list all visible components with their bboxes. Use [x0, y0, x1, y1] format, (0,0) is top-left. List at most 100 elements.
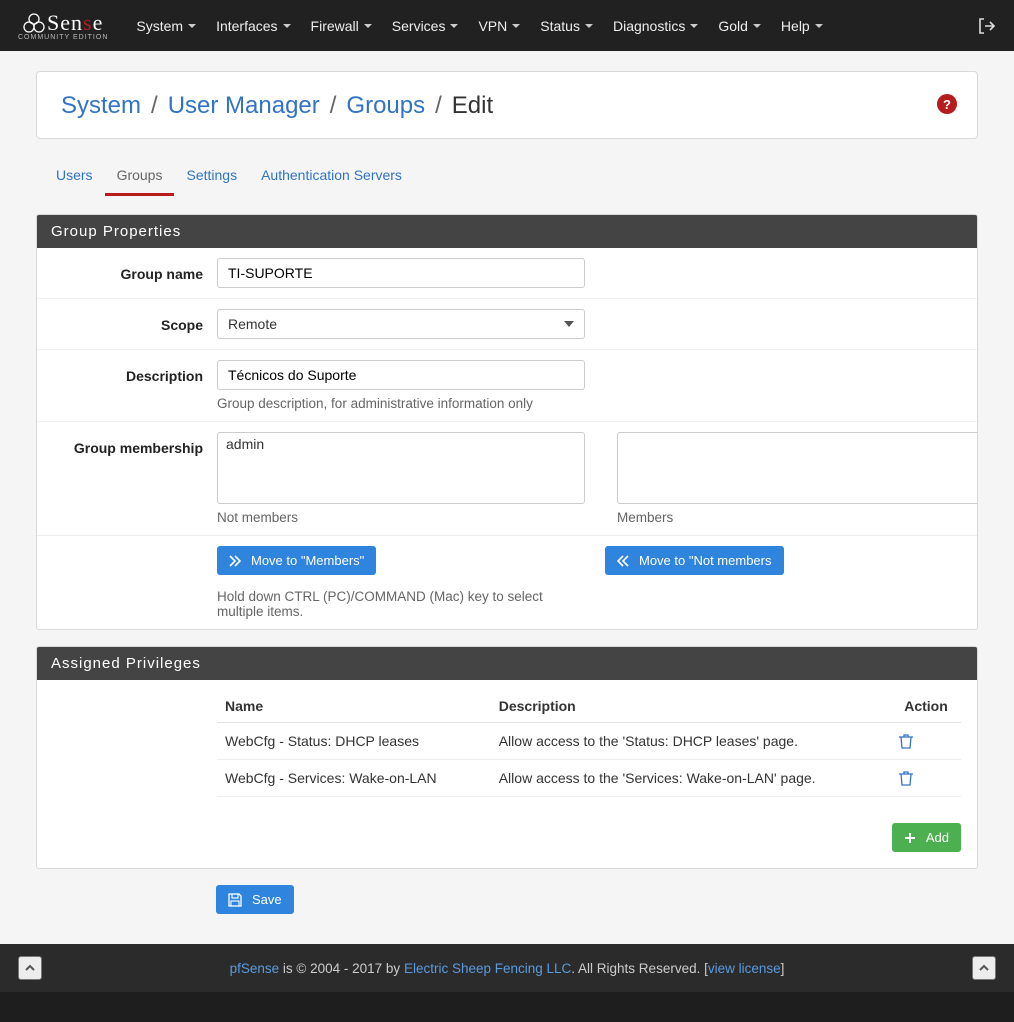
brand-text: Sense [47, 10, 103, 36]
nav-item-label: Gold [718, 18, 748, 34]
add-privilege-label: Add [926, 830, 949, 845]
scope-select[interactable]: Remote [217, 309, 585, 339]
label-empty [37, 546, 217, 554]
nav-item-status[interactable]: Status [530, 0, 603, 51]
description-input[interactable] [217, 360, 585, 390]
nav-item-diagnostics[interactable]: Diagnostics [603, 0, 708, 51]
label-membership: Group membership [37, 432, 217, 456]
not-members-listbox[interactable]: admin [217, 432, 585, 504]
brand-logo[interactable]: Sense COMMUNITY EDITION [18, 10, 108, 41]
nav-item-system[interactable]: System [126, 0, 206, 51]
logo-circles-icon [23, 13, 45, 33]
breadcrumb-current: Edit [452, 92, 493, 120]
row-membership: Group membership admin Not members Membe… [37, 421, 977, 535]
row-description: Description Group description, for admin… [37, 349, 977, 421]
breadcrumb-system[interactable]: System [61, 92, 141, 120]
nav-item-vpn[interactable]: VPN [468, 0, 530, 51]
priv-action-cell [891, 760, 961, 797]
add-privilege-row: Add [37, 813, 977, 868]
footer-rights: . All Rights Reserved. [ [571, 961, 708, 976]
privileges-table: Name Description Action WebCfg - Status:… [217, 690, 961, 797]
trash-icon [899, 770, 913, 786]
footer-spacer [0, 992, 1014, 1022]
scroll-top-left[interactable] [18, 956, 42, 980]
priv-name: WebCfg - Status: DHCP leases [217, 723, 491, 760]
panel-title: Assigned Privileges [37, 647, 977, 680]
breadcrumb-groups[interactable]: Groups [346, 92, 425, 120]
move-to-not-members-button[interactable]: Move to "Not members [605, 546, 784, 575]
nav-items: System Interfaces Firewall Services VPN Statu… [126, 0, 832, 51]
save-row: Save [216, 885, 978, 914]
caret-down-icon [188, 24, 196, 28]
nav-item-label: Firewall [311, 18, 359, 34]
nav-item-label: Status [540, 18, 580, 34]
chevron-up-icon [978, 962, 990, 974]
logout-button[interactable] [978, 18, 996, 34]
nav-item-firewall[interactable]: Firewall [301, 0, 382, 51]
save-label: Save [252, 892, 282, 907]
table-header-row: Name Description Action [217, 690, 961, 723]
label-group-name: Group name [37, 258, 217, 282]
footer-company-link[interactable]: Electric Sheep Fencing LLC [404, 961, 571, 976]
move-to-not-members-label: Move to "Not members [639, 553, 772, 568]
move-to-members-label: Move to "Members" [251, 553, 364, 568]
row-move-buttons: Move to "Members" Hold down CTRL (PC)/CO… [37, 535, 977, 629]
table-row: WebCfg - Services: Wake-on-LANAllow acce… [217, 760, 961, 797]
group-properties-panel: Group Properties Group name Scope Remote [36, 214, 978, 630]
brand-subtitle: COMMUNITY EDITION [18, 34, 108, 41]
breadcrumb-sep: / [330, 92, 337, 120]
caret-down-icon [585, 24, 593, 28]
nav-item-label: Services [392, 18, 446, 34]
floppy-icon [228, 893, 242, 907]
breadcrumb-panel: System / User Manager / Groups / Edit ? [36, 71, 978, 139]
nav-item-interfaces[interactable]: Interfaces [206, 0, 300, 51]
nav-item-gold[interactable]: Gold [708, 0, 771, 51]
group-name-input[interactable] [217, 258, 585, 288]
footer-pfsense-link[interactable]: pfSense [230, 961, 280, 976]
scope-selected-value: Remote [228, 316, 277, 332]
nav-item-label: Help [781, 18, 810, 34]
breadcrumb-usermanager[interactable]: User Manager [168, 92, 320, 120]
brand-text-part1: Sen [47, 10, 83, 35]
caret-down-icon [512, 24, 520, 28]
double-chevron-right-icon [229, 555, 241, 567]
brand-text-end: e [93, 10, 104, 35]
chevron-up-icon [24, 962, 36, 974]
brand-text-red: s [83, 10, 93, 35]
double-chevron-left-icon [617, 555, 629, 567]
panel-body: Group name Scope Remote Description [37, 248, 977, 629]
page-container: System / User Manager / Groups / Edit ? … [36, 71, 978, 944]
label-description: Description [37, 360, 217, 384]
members-caption: Members [617, 510, 978, 525]
not-members-option[interactable]: admin [224, 435, 578, 453]
tab-authentication-servers[interactable]: Authentication Servers [249, 157, 414, 196]
nav-item-label: Diagnostics [613, 18, 685, 34]
row-group-name: Group name [37, 248, 977, 298]
tab-users[interactable]: Users [44, 157, 105, 196]
trash-icon [899, 733, 913, 749]
delete-privilege-button[interactable] [899, 770, 953, 786]
tab-groups[interactable]: Groups [105, 157, 175, 196]
nav-item-label: Interfaces [216, 18, 277, 34]
footer-license-link[interactable]: view license [708, 961, 781, 976]
question-icon: ? [943, 97, 951, 112]
col-description: Description [491, 690, 891, 723]
scroll-top-right[interactable] [972, 956, 996, 980]
caret-down-icon [283, 24, 291, 28]
caret-down-icon [364, 24, 372, 28]
row-scope: Scope Remote [37, 298, 977, 349]
col-name: Name [217, 690, 491, 723]
caret-down-icon [690, 24, 698, 28]
members-listbox[interactable] [617, 432, 978, 504]
move-to-members-button[interactable]: Move to "Members" [217, 546, 376, 575]
ctrl-hint: Hold down CTRL (PC)/COMMAND (Mac) key to… [217, 589, 573, 619]
delete-privilege-button[interactable] [899, 733, 953, 749]
tab-settings[interactable]: Settings [174, 157, 249, 196]
save-button[interactable]: Save [216, 885, 294, 914]
help-button[interactable]: ? [937, 94, 957, 114]
add-privilege-button[interactable]: Add [892, 823, 961, 852]
nav-item-help[interactable]: Help [771, 0, 833, 51]
top-navbar: Sense COMMUNITY EDITION System Interfaces… [0, 0, 1014, 51]
nav-item-services[interactable]: Services [382, 0, 469, 51]
priv-description: Allow access to the 'Status: DHCP leases… [491, 723, 891, 760]
